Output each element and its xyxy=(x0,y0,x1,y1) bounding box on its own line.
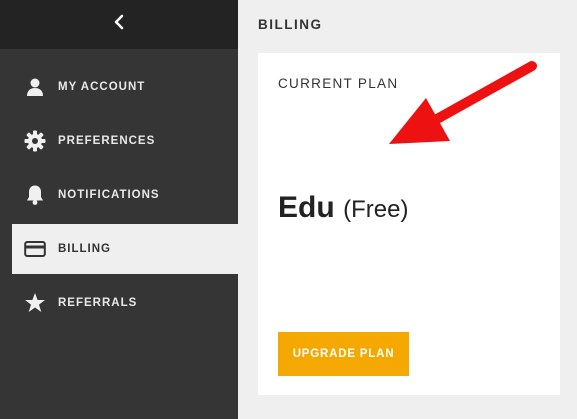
plan-tier: (Free) xyxy=(343,196,409,223)
chevron-left-icon xyxy=(113,14,125,35)
plan-name: Edu xyxy=(278,191,335,224)
back-button[interactable] xyxy=(0,0,238,49)
sidebar-item-billing[interactable]: BILLING xyxy=(12,224,238,274)
sidebar-item-label: MY ACCOUNT xyxy=(58,81,146,93)
sidebar-item-preferences[interactable]: PREFERENCES xyxy=(0,116,238,166)
card-label: CURRENT PLAN xyxy=(278,76,399,91)
gear-icon xyxy=(24,130,46,152)
sidebar-item-label: BILLING xyxy=(58,243,111,255)
sidebar: MY ACCOUNT PREFERENCES NOTIFICATIONS BIL… xyxy=(0,0,238,419)
page-title: BILLING xyxy=(258,17,323,32)
sidebar-item-my-account[interactable]: MY ACCOUNT xyxy=(0,62,238,112)
plan-display: Edu (Free) xyxy=(278,191,408,225)
bell-icon xyxy=(24,184,46,206)
sidebar-item-label: PREFERENCES xyxy=(58,135,156,147)
current-plan-card: CURRENT PLAN Edu (Free) UPGRADE PLAN xyxy=(258,53,560,395)
sidebar-item-label: NOTIFICATIONS xyxy=(58,189,160,201)
sidebar-nav: MY ACCOUNT PREFERENCES NOTIFICATIONS BIL… xyxy=(0,62,238,332)
sidebar-item-notifications[interactable]: NOTIFICATIONS xyxy=(0,170,238,220)
user-icon xyxy=(24,76,46,98)
sidebar-item-referrals[interactable]: REFERRALS xyxy=(0,278,238,328)
upgrade-plan-button[interactable]: UPGRADE PLAN xyxy=(278,332,409,376)
star-icon xyxy=(24,292,46,314)
main-content: BILLING CURRENT PLAN Edu (Free) UPGRADE … xyxy=(238,0,577,419)
sidebar-item-label: REFERRALS xyxy=(58,297,138,309)
credit-card-icon xyxy=(24,238,46,260)
